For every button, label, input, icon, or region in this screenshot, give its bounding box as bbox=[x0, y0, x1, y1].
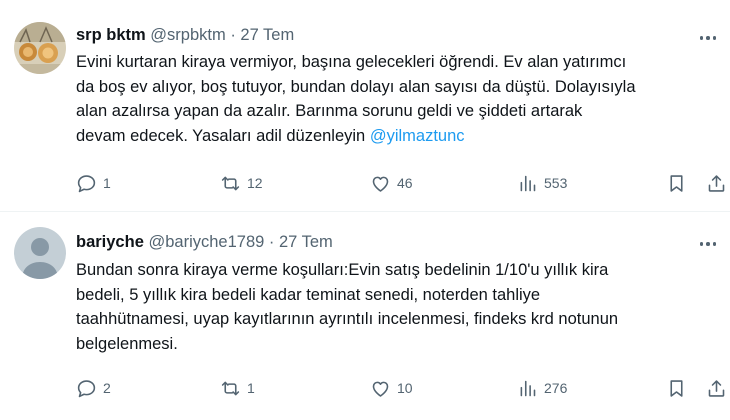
views-count: 553 bbox=[544, 175, 568, 191]
reply-icon bbox=[77, 174, 96, 192]
bookmark-button[interactable] bbox=[666, 375, 687, 401]
user-handle[interactable]: @bariyche1789 bbox=[148, 233, 264, 251]
more-icon[interactable] bbox=[696, 28, 720, 48]
tweet-date[interactable]: 27 Tem bbox=[279, 233, 333, 251]
retweet-icon bbox=[221, 381, 240, 395]
tweet-text-line: da boş ev alıyor, boş tutuyor, bundan do… bbox=[76, 77, 636, 96]
reply-count: 2 bbox=[103, 380, 111, 396]
mention-link[interactable]: @yilmaztunc bbox=[370, 127, 465, 145]
action-bar: 1 12 46 553 bbox=[76, 170, 726, 196]
views-count: 276 bbox=[544, 380, 568, 396]
share-button[interactable] bbox=[706, 170, 727, 196]
tweet-text-line: alan azalırsa yapan da azalır. Barınma s… bbox=[76, 102, 583, 120]
views-icon bbox=[520, 175, 536, 191]
user-name[interactable]: srp bktm bbox=[76, 26, 146, 44]
share-icon bbox=[708, 379, 725, 397]
separator: · bbox=[268, 233, 275, 251]
retweet-button[interactable]: 1 bbox=[220, 375, 255, 401]
reply-count: 1 bbox=[103, 175, 111, 191]
reply-button[interactable]: 2 bbox=[76, 375, 111, 401]
tweet-date[interactable]: 27 Tem bbox=[240, 26, 294, 44]
share-icon bbox=[708, 174, 725, 192]
reply-button[interactable]: 1 bbox=[76, 170, 111, 196]
tweet-text: Bundan sonra kiraya verme koşulları:Evin… bbox=[76, 258, 716, 356]
tweet-text-line: taahhütnamesi, uyap kayıtlarının ayrıntı… bbox=[76, 310, 619, 328]
share-button[interactable] bbox=[706, 375, 727, 401]
like-button[interactable]: 10 bbox=[370, 375, 413, 401]
user-handle[interactable]: @srpbktm bbox=[150, 26, 225, 44]
like-icon bbox=[372, 176, 389, 192]
tweet-header: srp bktm @srpbktm · 27 Tem bbox=[76, 26, 294, 45]
views-button[interactable]: 276 bbox=[517, 375, 567, 401]
retweet-count: 1 bbox=[247, 380, 255, 396]
bookmark-icon bbox=[670, 379, 683, 397]
like-count: 46 bbox=[397, 175, 413, 191]
more-icon[interactable] bbox=[696, 234, 720, 254]
like-icon bbox=[372, 381, 389, 397]
tweet[interactable]: bariyche @bariyche1789 · 27 Tem Bundan s… bbox=[0, 212, 730, 420]
reply-icon bbox=[77, 379, 96, 397]
avatar[interactable] bbox=[14, 22, 66, 74]
retweet-icon bbox=[221, 176, 240, 190]
action-bar: 2 1 10 276 bbox=[76, 375, 726, 401]
tweet-text-line: Evini kurtaran kiraya vermiyor, başına g… bbox=[76, 53, 627, 71]
user-name[interactable]: bariyche bbox=[76, 233, 144, 251]
tweet[interactable]: srp bktm @srpbktm · 27 Tem Evini kurtara… bbox=[0, 0, 730, 211]
tweet-text-line: bedeli, 5 yıllık kira bedeli kadar temin… bbox=[76, 285, 541, 304]
separator: · bbox=[230, 26, 236, 44]
retweet-count: 12 bbox=[247, 175, 263, 191]
views-button[interactable]: 553 bbox=[517, 170, 567, 196]
bookmark-button[interactable] bbox=[666, 170, 687, 196]
bookmark-icon bbox=[670, 174, 683, 192]
tweet-text-fragment: devam edecek. Yasaları adil düzenleyin bbox=[76, 126, 370, 145]
tweet-header: bariyche @bariyche1789 · 27 Tem bbox=[76, 233, 333, 252]
tweet-text-line: belgelenmesi. bbox=[76, 334, 178, 353]
like-button[interactable]: 46 bbox=[370, 170, 413, 196]
like-count: 10 bbox=[397, 380, 413, 396]
tweet-text-line: devam edecek. Yasaları adil düzenleyin @… bbox=[76, 124, 716, 149]
tweet-text: Evini kurtaran kiraya vermiyor, başına g… bbox=[76, 50, 716, 148]
avatar[interactable] bbox=[14, 227, 66, 279]
views-icon bbox=[520, 380, 536, 396]
retweet-button[interactable]: 12 bbox=[220, 170, 263, 196]
tweet-text-line: Bundan sonra kiraya verme koşulları:Evin… bbox=[76, 261, 609, 279]
